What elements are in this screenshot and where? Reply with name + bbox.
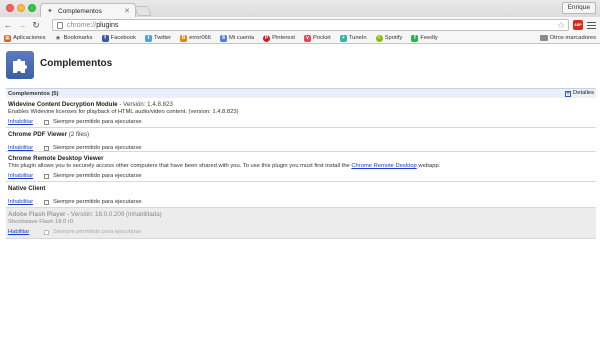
checkbox-label: Siempre permitido para ejecutarse xyxy=(53,145,142,151)
puzzle-piece-icon xyxy=(6,51,34,79)
plugin-description: Enables Widevine licenses for playback o… xyxy=(8,109,239,115)
window-maximize-button[interactable] xyxy=(28,4,36,12)
bookmark-item[interactable]: f Facebook xyxy=(101,34,136,42)
plugin-name: Adobe Flash Player xyxy=(8,211,66,218)
bookmark-item[interactable]: ★ Bookmarks xyxy=(55,35,93,42)
new-tab-button[interactable] xyxy=(134,6,152,16)
plugin-version: - Versión: 18.0.0.209 (Inhabilitada) xyxy=(65,211,162,218)
details-toggle[interactable]: + Detalles xyxy=(565,89,594,98)
profile-button[interactable]: Enrique xyxy=(561,2,596,14)
always-allowed-checkbox[interactable] xyxy=(44,145,49,151)
section-title: Complementos (5) xyxy=(8,90,59,97)
folder-icon xyxy=(539,35,548,41)
title-bar: ✦ Complementos ✕ Enrique xyxy=(0,0,600,18)
forward-arrow-icon[interactable]: → xyxy=(16,20,28,30)
checkbox-label: Siempre permitido para ejecutarse xyxy=(53,119,142,125)
star-icon: ★ xyxy=(54,35,62,42)
google-icon: 8 xyxy=(220,34,228,42)
plugin-name: Native Client xyxy=(8,185,46,192)
always-allowed-checkbox[interactable] xyxy=(44,199,49,205)
adblock-icon[interactable]: ABP xyxy=(573,20,583,30)
window-close-button[interactable] xyxy=(6,4,14,12)
bookmark-item[interactable]: v Pocket xyxy=(304,34,331,42)
bookmark-item[interactable]: ▦ Aplicaciones xyxy=(4,34,46,42)
disable-plugin-link[interactable]: Inhabilitar xyxy=(8,199,44,205)
facebook-icon: f xyxy=(101,34,109,42)
plugins-section-header: Complementos (5) + Detalles xyxy=(6,88,596,98)
address-bar[interactable]: chrome:// plugins ☆ xyxy=(52,19,569,31)
blogger-icon: B xyxy=(180,34,188,42)
back-arrow-icon[interactable]: ← xyxy=(2,20,14,30)
hamburger-menu-icon[interactable] xyxy=(587,20,596,30)
pinterest-icon: P xyxy=(263,34,271,42)
plugin-item: Native Client Inhabilitar Siempre permit… xyxy=(6,182,596,208)
plugin-name: Chrome Remote Desktop Viewer xyxy=(8,155,104,162)
puzzle-icon: ✦ xyxy=(47,7,53,15)
plugin-description: This plugin allows you to securely acces… xyxy=(8,163,441,169)
bookmarks-bar: ▦ Aplicaciones ★ Bookmarks f Facebook t Twit… xyxy=(0,33,600,44)
plugin-description: Shockwave Flash 18.0 r0 xyxy=(8,219,74,225)
plugin-version: - Versión: 1.4.8.823 xyxy=(117,101,173,108)
plugin-name: Chrome PDF Viewer xyxy=(8,131,68,138)
spotify-icon: ≈ xyxy=(375,34,383,42)
always-allowed-checkbox[interactable] xyxy=(44,229,49,235)
page-title: Complementos xyxy=(40,58,113,69)
plugin-item: Chrome Remote Desktop Viewer This plugin… xyxy=(6,152,596,182)
plugin-name: Widevine Content Decryption Module xyxy=(8,101,118,108)
plugin-item: Widevine Content Decryption Module - Ver… xyxy=(6,98,596,128)
chrome-remote-desktop-link[interactable]: Chrome Remote Desktop xyxy=(351,163,416,169)
bookmark-star-icon[interactable]: ☆ xyxy=(557,20,565,30)
bookmark-item[interactable]: P Pinterest xyxy=(263,34,295,42)
tunein-icon: + xyxy=(339,34,347,42)
tab-title: Complementos xyxy=(58,7,102,15)
plugin-item: Chrome PDF Viewer (2 files) Inhabilitar … xyxy=(6,128,596,152)
bookmark-item[interactable]: t Twitter xyxy=(145,34,171,42)
browser-toolbar: ← → ↻ chrome:// plugins ☆ ABP xyxy=(0,17,600,33)
page-icon xyxy=(57,21,63,29)
other-bookmarks[interactable]: Otros marcadores xyxy=(539,35,596,41)
checkbox-label: Siempre permitido para ejecutarse xyxy=(53,229,142,235)
plus-icon: + xyxy=(565,90,572,97)
window-minimize-button[interactable] xyxy=(17,4,25,12)
disable-plugin-link[interactable]: Inhabilitar xyxy=(8,119,44,125)
apps-grid-icon: ▦ xyxy=(4,34,11,42)
plugin-version: (2 files) xyxy=(67,131,90,138)
enable-plugin-link[interactable]: Habilitar xyxy=(8,229,44,235)
bookmark-item[interactable]: f Feedly xyxy=(411,34,438,42)
plugin-item-disabled: Adobe Flash Player - Versión: 18.0.0.209… xyxy=(6,208,596,239)
browser-tab[interactable]: ✦ Complementos ✕ xyxy=(40,3,136,18)
bookmark-item[interactable]: + TuneIn xyxy=(339,34,367,42)
bookmark-item[interactable]: ≈ Spotify xyxy=(375,34,402,42)
disable-plugin-link[interactable]: Inhabilitar xyxy=(8,145,44,151)
checkbox-label: Siempre permitido para ejecutarse xyxy=(53,199,142,205)
pocket-icon: v xyxy=(304,34,312,42)
close-icon[interactable]: ✕ xyxy=(124,7,130,15)
checkbox-label: Siempre permitido para ejecutarse xyxy=(53,173,142,179)
bookmark-item[interactable]: 8 Mi cuenta xyxy=(220,34,254,42)
reload-icon[interactable]: ↻ xyxy=(30,20,42,31)
always-allowed-checkbox[interactable] xyxy=(44,119,49,125)
url-path: plugins xyxy=(96,21,119,29)
twitter-icon: t xyxy=(145,34,153,42)
page-content: Complementos Complementos (5) + Detalles… xyxy=(0,45,600,343)
bookmark-item[interactable]: Berror066 xyxy=(180,34,211,42)
url-scheme: chrome:// xyxy=(67,21,97,29)
feedly-icon: f xyxy=(411,34,419,42)
always-allowed-checkbox[interactable] xyxy=(44,173,49,179)
disable-plugin-link[interactable]: Inhabilitar xyxy=(8,173,44,179)
